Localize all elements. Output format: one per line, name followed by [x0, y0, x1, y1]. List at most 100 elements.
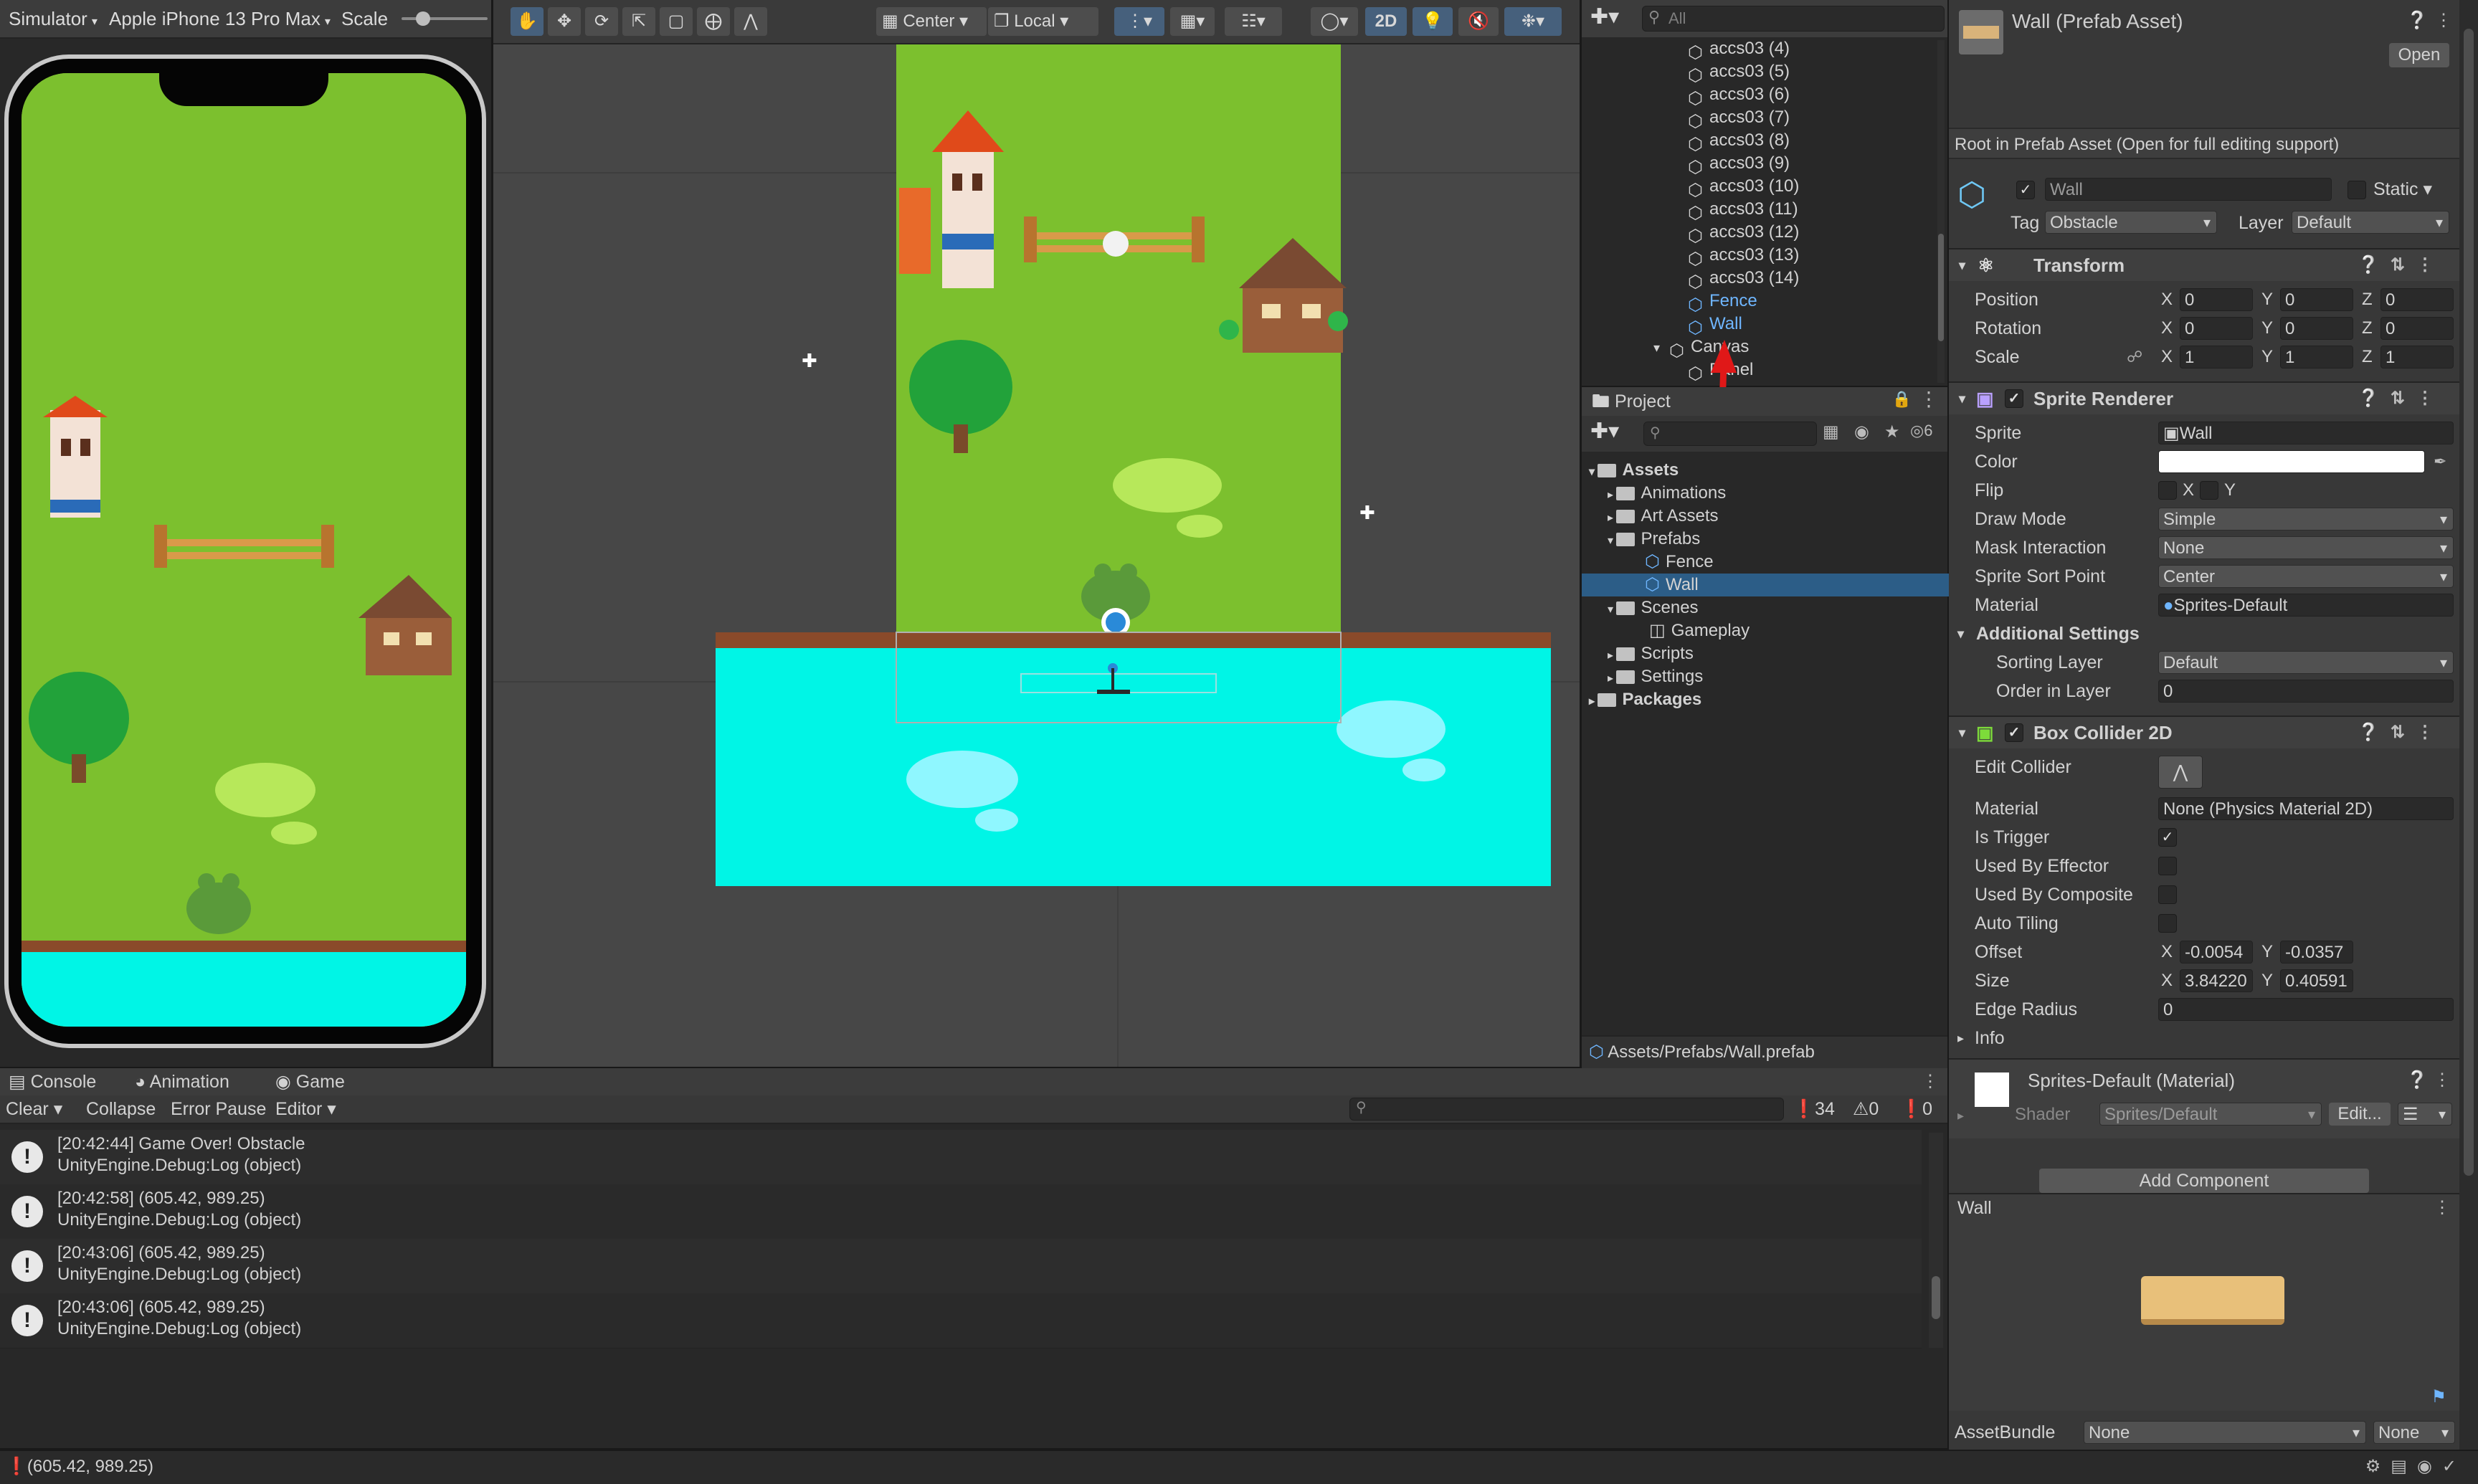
scale-y-field[interactable]: 1 — [2280, 346, 2353, 368]
grid-snap-button[interactable]: ▦▾ — [1170, 7, 1215, 36]
increment-snap-button[interactable]: ☷▾ — [1225, 7, 1282, 36]
component-controls-icon[interactable]: ❔⇅⋮ — [2358, 383, 2445, 414]
pivot-dropdown[interactable]: ▦ Center ▾ — [876, 7, 987, 36]
snap-toggle-button[interactable]: ⋮▾ — [1114, 7, 1164, 36]
scene-canvas[interactable]: ✚ ✚ — [493, 44, 1580, 1067]
collapse-toggle[interactable]: Collapse — [86, 1095, 156, 1123]
collider-material-field[interactable]: None (Physics Material 2D) — [2158, 797, 2454, 820]
shader-menu-dropdown[interactable]: ☰ — [2398, 1103, 2452, 1126]
material-field[interactable]: ●Sprites-Default — [2158, 594, 2454, 617]
more-options-icon[interactable]: ⋮ — [2434, 1070, 2451, 1090]
project-folder-animations[interactable]: ▸ Animations — [1582, 482, 1973, 505]
auto-tiling-checkbox[interactable] — [2158, 914, 2177, 933]
hierarchy-scrollbar[interactable] — [1937, 40, 1945, 383]
open-prefab-button[interactable]: Open — [2389, 43, 2449, 67]
scrollbar-thumb[interactable] — [1938, 234, 1944, 341]
rect-tool-button[interactable]: ▢ — [660, 7, 693, 36]
tab-animation[interactable]: ◕ Animation — [135, 1068, 229, 1095]
additional-settings-foldout[interactable]: ▾ Additional Settings — [1949, 619, 2459, 648]
expand-arrow-icon[interactable]: ▾ — [1653, 336, 1669, 359]
object-name-field[interactable]: Wall — [2045, 178, 2332, 201]
rotate-tool-button[interactable]: ⟳ — [585, 7, 618, 36]
assetbundle-variant-dropdown[interactable]: None — [2373, 1421, 2455, 1444]
scrollbar-thumb[interactable] — [2464, 29, 2474, 1176]
edit-collider-button[interactable]: ⋀ — [2158, 756, 2203, 789]
error-count-toggle[interactable]: ❗0 — [1900, 1095, 1932, 1123]
component-enabled-checkbox[interactable]: ✓ — [2005, 389, 2023, 408]
project-folder-packages[interactable]: ▸ Packages — [1582, 688, 1955, 711]
eyedropper-icon[interactable]: ✒ — [2434, 447, 2446, 476]
lighting-toggle-icon[interactable]: 💡 — [1413, 7, 1453, 36]
2d-toggle-button[interactable]: 2D — [1365, 7, 1407, 36]
sorting-layer-dropdown[interactable]: Default — [2158, 651, 2454, 674]
box-collider-component-header[interactable]: ▾ ▣ ✓ Box Collider 2D ❔⇅⋮ — [1949, 715, 2459, 748]
expand-arrow-icon[interactable]: ▾ — [1959, 383, 1965, 414]
sprite-renderer-component-header[interactable]: ▾ ▣ ✓ Sprite Renderer ❔⇅⋮ — [1949, 381, 2459, 414]
help-icon[interactable]: ❔ — [2406, 10, 2428, 31]
assetbundle-dropdown[interactable]: None — [2084, 1421, 2366, 1444]
console-log-entry[interactable]: ! [20:42:44] Game Over! Obstacle UnityEngi… — [0, 1130, 1922, 1185]
scrollbar-thumb[interactable] — [1932, 1276, 1940, 1319]
transform-component-header[interactable]: ▾ ⚛ Transform ❔⇅⋮ — [1949, 248, 2459, 281]
flip-y-checkbox[interactable] — [2200, 481, 2218, 500]
label-tag-icon[interactable]: ⚑ — [2431, 1387, 2446, 1407]
color-swatch[interactable] — [2158, 450, 2425, 473]
sprite-field[interactable]: ▣Wall — [2158, 422, 2454, 444]
draw-mode-button[interactable]: ◯▾ — [1311, 7, 1358, 36]
effects-dropdown[interactable]: ❉▾ — [1504, 7, 1562, 36]
expand-arrow-icon[interactable]: ▾ — [1608, 604, 1616, 616]
flip-x-checkbox[interactable] — [2158, 481, 2177, 500]
tab-game[interactable]: ◉ Game — [275, 1068, 345, 1095]
component-enabled-checkbox[interactable]: ✓ — [2005, 723, 2023, 742]
active-checkbox[interactable]: ✓ — [2016, 181, 2035, 199]
edit-shader-button[interactable]: Edit... — [2329, 1103, 2391, 1126]
search-by-label-icon[interactable]: ◉ — [1854, 422, 1869, 442]
scene-view[interactable]: ✋ ✥ ⟳ ⇱ ▢ ⨁ ⋀ ▦ Center ▾ ❐ Local ▾ ⋮▾ ▦▾… — [493, 0, 1580, 1067]
project-folder-scripts[interactable]: ▸ Scripts — [1582, 642, 1973, 665]
transform-tool-button[interactable]: ⨁ — [697, 7, 730, 36]
hand-tool-button[interactable]: ✋ — [511, 7, 543, 36]
hidden-packages-button[interactable]: ◎6 — [1910, 422, 1932, 440]
project-search-input[interactable]: ⚲ — [1643, 422, 1817, 446]
inspector-scrollbar[interactable] — [2459, 0, 2478, 1450]
tab-console[interactable]: ▤ Console — [9, 1068, 96, 1095]
simulator-mode-dropdown[interactable]: Simulator ▾ — [9, 0, 98, 37]
scale-z-field[interactable]: 1 — [2380, 346, 2454, 368]
shader-dropdown[interactable]: Sprites/Default — [2099, 1103, 2322, 1126]
more-options-icon[interactable]: ⋮ — [2435, 10, 2452, 31]
draw-mode-dropdown[interactable]: Simple — [2158, 508, 2454, 531]
create-icon[interactable]: ✚▾ — [1590, 419, 1619, 444]
device-dropdown[interactable]: Apple iPhone 13 Pro Max ▾ — [109, 0, 331, 37]
position-y-field[interactable]: 0 — [2280, 288, 2353, 311]
offset-x-field[interactable]: -0.0054 — [2180, 941, 2253, 964]
expand-arrow-icon[interactable]: ▾ — [1959, 249, 1965, 281]
project-tab[interactable]: 🖿 Project — [1592, 387, 1671, 416]
chevron-right-icon[interactable]: ▸ — [1608, 650, 1616, 662]
custom-tool-button[interactable]: ⋀ — [734, 7, 767, 36]
add-icon[interactable]: ✚▾ — [1590, 4, 1619, 29]
project-asset-fence[interactable]: ⬡ Fence — [1582, 551, 2011, 574]
component-controls-icon[interactable]: ❔⇅⋮ — [2358, 717, 2445, 748]
position-x-field[interactable]: 0 — [2180, 288, 2253, 311]
hierarchy-search-input[interactable]: ⚲ All — [1642, 6, 1945, 32]
component-controls-icon[interactable]: ❔⇅⋮ — [2358, 249, 2445, 281]
rotation-z-field[interactable]: 0 — [2380, 317, 2454, 340]
clear-dropdown[interactable]: Clear ▾ — [6, 1095, 62, 1123]
expand-arrow-icon[interactable]: ▾ — [1589, 466, 1598, 478]
search-by-type-icon[interactable]: ▦ — [1823, 422, 1839, 442]
is-trigger-checkbox[interactable]: ✓ — [2158, 828, 2177, 847]
chevron-right-icon[interactable]: ▸ — [1608, 672, 1616, 685]
console-scrollbar[interactable] — [1929, 1133, 1943, 1348]
expand-arrow-icon[interactable]: ▾ — [1959, 717, 1965, 748]
project-folder-prefabs[interactable]: ▾ Prefabs — [1582, 528, 1973, 551]
chevron-right-icon[interactable]: ▸ — [1589, 695, 1598, 708]
project-folder-settings[interactable]: ▸ Settings — [1582, 665, 1973, 688]
error-pause-toggle[interactable]: Error Pause — [171, 1095, 266, 1123]
chevron-right-icon[interactable]: ▸ — [1608, 512, 1616, 524]
status-tray-icons[interactable]: ⚙▤◉✓ — [2365, 1451, 2467, 1483]
editor-dropdown[interactable]: Editor ▾ — [275, 1095, 336, 1123]
info-foldout[interactable]: ▸ Info — [1949, 1024, 2459, 1052]
warning-count-toggle[interactable]: ⚠0 — [1853, 1095, 1879, 1123]
space-dropdown[interactable]: ❐ Local ▾ — [988, 7, 1098, 36]
console-search-input[interactable]: ⚲ — [1349, 1098, 1784, 1121]
